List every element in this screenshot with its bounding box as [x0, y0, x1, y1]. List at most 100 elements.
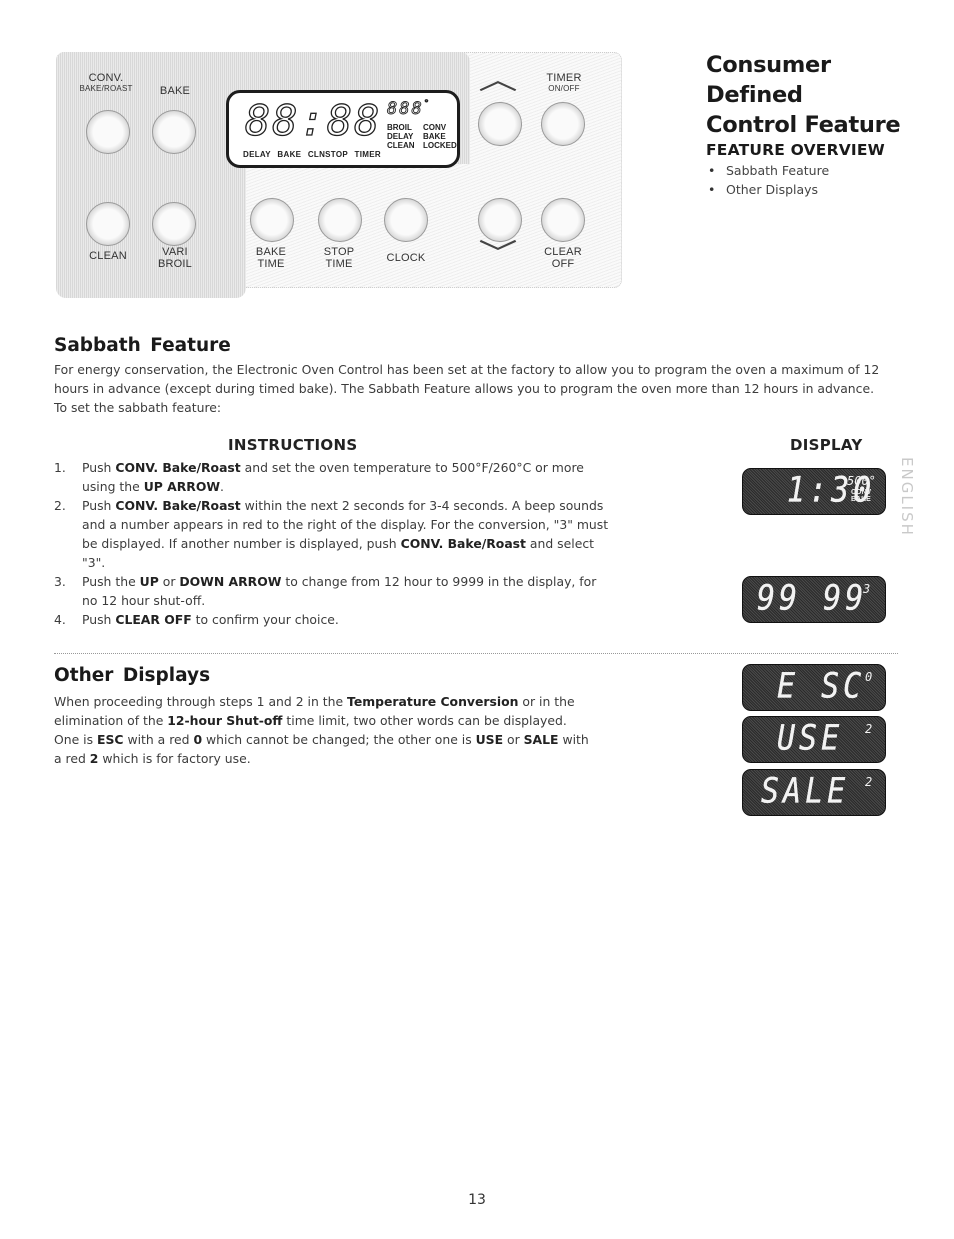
led-display-use: USE 2	[742, 716, 886, 763]
page-number: 13	[468, 1192, 486, 1208]
led-sup-text: 0	[865, 670, 873, 684]
led-display-9999: 99 99 3	[742, 576, 886, 623]
led-sup-text: 3	[863, 582, 871, 596]
led-sup-text: 2	[865, 722, 873, 736]
emphasized-term: UP	[139, 574, 159, 589]
conv-label-line1: Conv.	[88, 72, 124, 84]
lcd-word: BAKE	[277, 150, 302, 159]
clock-button[interactable]	[384, 198, 428, 242]
lcd-word: DELAY	[387, 132, 414, 141]
other-displays-heading: Other Displays	[54, 665, 211, 686]
stop-time-line1: Stop	[323, 246, 355, 258]
sabbath-intro: For energy conservation, the Electronic …	[54, 362, 880, 415]
clear-label-line1: Clear	[544, 246, 582, 258]
oven-control-panel-illustration: Conv. Bake/Roast Bake 88:88 888° BROIL C…	[56, 52, 622, 298]
emphasized-term: UP ARROW	[143, 479, 221, 494]
display-heading: DISPLAY	[790, 436, 863, 454]
lcd-main-digits: 88:88	[244, 96, 382, 145]
emphasized-term: CONV. Bake/Roast	[115, 460, 241, 475]
sabbath-heading: Sabbath Feature	[54, 335, 231, 356]
led-main-text: 99 99	[757, 578, 868, 619]
lcd-temp-value: 888	[387, 99, 424, 120]
language-side-tab: ENGLISH	[898, 457, 916, 537]
bake-label: Bake	[159, 85, 191, 97]
clear-off-button[interactable]	[541, 198, 585, 242]
vari-broil-label: Vari Broil	[150, 246, 200, 270]
lcd-display: 88:88 888° BROIL CONV DELAY BAKE CLEAN L…	[226, 90, 460, 168]
lcd-word: CONV	[423, 123, 447, 132]
emphasized-term: CLEAR OFF	[115, 612, 192, 627]
instructions-heading: INSTRUCTIONS	[228, 436, 358, 454]
bake-time-button[interactable]	[250, 198, 294, 242]
lcd-bottom-words: DELAY BAKE CLNSTOP TIMER	[243, 150, 385, 159]
led-main-text: E SC	[777, 666, 866, 707]
emphasized-term: 2	[89, 751, 99, 766]
led-sup-text: 2	[865, 775, 873, 789]
emphasized-term: USE	[475, 732, 504, 747]
step-number: 2.	[54, 498, 66, 513]
timer-on-off-button[interactable]	[541, 102, 585, 146]
instruction-step: 1. Push CONV. Bake/Roast and set the oven…	[54, 460, 584, 494]
stop-time-label: Stop Time	[314, 246, 364, 270]
lcd-word: CLNSTOP	[307, 150, 349, 159]
lcd-word: LOCKED	[423, 141, 457, 150]
conv-bake-roast-label: Conv. Bake/Roast	[76, 72, 136, 93]
emphasized-term: CONV. Bake/Roast	[400, 536, 526, 551]
emphasized-term: ESC	[97, 732, 124, 747]
lcd-word: DELAY	[243, 150, 271, 159]
lcd-word: BAKE	[423, 132, 446, 141]
led-main-text: SALE	[761, 771, 850, 812]
lcd-word: TIMER	[354, 150, 381, 159]
led-display-1-30: 1:30 500° CONV BAKE	[742, 468, 886, 515]
instruction-steps: 1. Push CONV. Bake/Roast and set the oven…	[54, 458, 614, 629]
emphasized-term: DOWN ARROW	[179, 574, 282, 589]
overview-list: Sabbath Feature Other Displays	[706, 161, 936, 199]
lcd-status-words: BROIL CONV DELAY BAKE CLEAN LOCKED	[387, 123, 457, 150]
led-display-esc: E SC 0	[742, 664, 886, 711]
led-main-text: USE	[777, 718, 844, 759]
bake-time-label: Bake Time	[246, 246, 296, 270]
conv-label-line2: Bake/Roast	[79, 84, 133, 93]
up-arrow-button[interactable]	[478, 102, 522, 146]
stop-time-button[interactable]	[318, 198, 362, 242]
page-title-line: Control Feature	[706, 112, 901, 138]
down-arrow-button[interactable]	[478, 198, 522, 242]
clean-button[interactable]	[86, 202, 130, 246]
led-word: BAKE	[851, 496, 871, 503]
vari-label-line2: Broil	[157, 258, 192, 270]
section-divider	[54, 653, 898, 654]
emphasized-term: 0	[193, 732, 203, 747]
emphasized-term: 12-hour Shut-off	[167, 713, 283, 728]
other-displays-body: When proceeding through steps 1 and 2 in…	[54, 694, 589, 766]
step-number: 3.	[54, 574, 66, 589]
feature-overview-heading: FEATURE OVERVIEW	[706, 141, 885, 159]
step-number: 1.	[54, 460, 66, 475]
overview-item: Other Displays	[706, 180, 936, 199]
vari-label-line1: Vari	[162, 246, 188, 258]
instruction-step: 3. Push the UP or DOWN ARROW to change fr…	[54, 574, 597, 608]
stop-time-line2: Time	[325, 258, 353, 270]
vari-broil-button[interactable]	[152, 202, 196, 246]
lcd-word: BROIL	[387, 123, 412, 132]
bake-button[interactable]	[152, 110, 196, 154]
led-word: CONV	[851, 489, 872, 496]
conv-bake-roast-button[interactable]	[86, 110, 130, 154]
led-mode-words: CONV BAKE	[851, 489, 871, 503]
clear-off-label: Clear Off	[538, 246, 588, 270]
lcd-degree-symbol: °	[423, 99, 432, 110]
step-number: 4.	[54, 612, 66, 627]
instruction-step: 4. Push CLEAR OFF to confirm your choice.	[54, 612, 339, 627]
up-arrow-icon: ︿	[478, 63, 518, 96]
instruction-step: 2. Push CONV. Bake/Roast within the next …	[54, 498, 609, 570]
bake-time-line2: Time	[257, 258, 285, 270]
down-arrow-icon: ﹀	[478, 237, 518, 270]
emphasized-term: Temperature Conversion	[347, 694, 519, 709]
timer-label-line2: On/Off	[548, 84, 580, 93]
led-sup-text: 500°	[847, 474, 876, 488]
timer-on-off-label: Timer On/Off	[536, 72, 592, 93]
page-title-line: Defined	[706, 82, 803, 108]
overview-item: Sabbath Feature	[706, 161, 936, 180]
emphasized-term: CONV. Bake/Roast	[115, 498, 241, 513]
led-display-sale: SALE 2	[742, 769, 886, 816]
lcd-temp-digits: 888°	[387, 99, 432, 120]
